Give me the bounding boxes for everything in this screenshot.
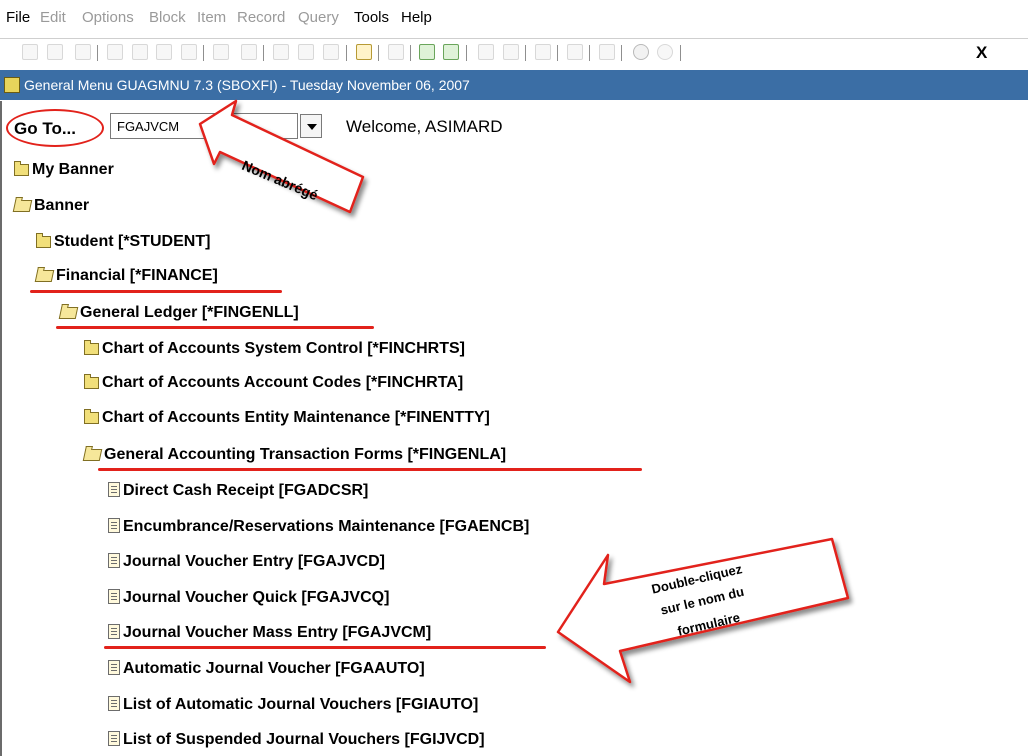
toolbar: X bbox=[0, 38, 1028, 67]
toolbar-separator bbox=[97, 45, 98, 61]
next-block-icon[interactable] bbox=[503, 44, 519, 60]
insert-record-icon[interactable] bbox=[107, 44, 123, 60]
form-document-icon bbox=[108, 482, 120, 497]
open-folder-icon bbox=[34, 270, 55, 282]
tree-item[interactable]: Chart of Accounts Entity Maintenance [*F… bbox=[84, 409, 490, 427]
form-document-icon bbox=[108, 553, 120, 568]
toolbar-separator bbox=[346, 45, 347, 61]
save-icon[interactable] bbox=[22, 44, 38, 60]
exit-button[interactable]: X bbox=[976, 43, 987, 63]
welcome-text: Welcome, ASIMARD bbox=[346, 117, 503, 136]
tree-item[interactable]: List of Suspended Journal Vouchers [FGIJ… bbox=[108, 731, 485, 749]
annotation-underline bbox=[30, 290, 282, 293]
goto-input[interactable] bbox=[110, 113, 298, 139]
open-folder-icon bbox=[12, 200, 33, 212]
annotation-underline bbox=[104, 646, 546, 649]
tree-item[interactable]: General Ledger [*FINGENLL] bbox=[58, 304, 299, 322]
tree-item[interactable]: General Accounting Transaction Forms [*F… bbox=[82, 446, 506, 464]
lightbulb-icon[interactable] bbox=[657, 44, 673, 60]
form-document-icon bbox=[108, 660, 120, 675]
toolbar-separator bbox=[589, 45, 590, 61]
folder-icon bbox=[14, 161, 29, 176]
help-icon[interactable] bbox=[633, 44, 649, 60]
toolbar-separator bbox=[680, 45, 681, 61]
form-document-icon bbox=[108, 624, 120, 639]
tree-item[interactable]: List of Automatic Journal Vouchers [FGIA… bbox=[108, 696, 478, 714]
annotation-underline bbox=[98, 468, 642, 471]
duplicate-record-icon[interactable] bbox=[181, 44, 197, 60]
folder-icon bbox=[84, 340, 99, 355]
export-all-icon[interactable] bbox=[443, 44, 459, 60]
menu-query[interactable]: Query bbox=[298, 9, 339, 26]
options-icon[interactable] bbox=[599, 44, 615, 60]
tree-item[interactable]: Encumbrance/Reservations Maintenance [FG… bbox=[108, 518, 529, 536]
tree-item[interactable]: Direct Cash Receipt [FGADCSR] bbox=[108, 482, 368, 500]
tree-item[interactable]: Chart of Accounts Account Codes [*FINCHR… bbox=[84, 374, 463, 392]
app-icon bbox=[4, 77, 20, 93]
chevron-down-icon bbox=[307, 124, 317, 130]
open-folder-icon bbox=[58, 307, 79, 319]
cancel-query-icon[interactable] bbox=[323, 44, 339, 60]
folder-icon bbox=[84, 409, 99, 424]
form-document-icon bbox=[108, 589, 120, 604]
open-folder-icon bbox=[82, 449, 103, 461]
toolbar-separator bbox=[263, 45, 264, 61]
window-title-bar: General Menu GUAGMNU 7.3 (SBOXFI) - Tues… bbox=[0, 70, 1028, 100]
tree-item[interactable]: Journal Voucher Mass Entry [FGAJVCM] bbox=[108, 624, 431, 642]
execute-query-icon[interactable] bbox=[241, 44, 257, 60]
tree-item[interactable]: Journal Voucher Quick [FGAJVCQ] bbox=[108, 589, 389, 607]
tree-item[interactable]: Student [*STUDENT] bbox=[36, 233, 210, 251]
menu-edit[interactable]: Edit bbox=[40, 9, 66, 26]
toolbar-separator bbox=[203, 45, 204, 61]
toolbar-separator bbox=[621, 45, 622, 61]
toolbar-separator bbox=[410, 45, 411, 61]
tree-item[interactable]: My Banner bbox=[14, 161, 114, 179]
menu-tools[interactable]: Tools bbox=[354, 9, 389, 26]
printer-icon[interactable] bbox=[388, 44, 404, 60]
tree-item[interactable]: Banner bbox=[12, 197, 89, 215]
toolbar-separator bbox=[525, 45, 526, 61]
export-icon[interactable] bbox=[419, 44, 435, 60]
form-document-icon bbox=[108, 696, 120, 711]
print-icon[interactable] bbox=[356, 44, 372, 60]
previous-block-icon[interactable] bbox=[478, 44, 494, 60]
document-icon[interactable] bbox=[75, 44, 91, 60]
network-icon[interactable] bbox=[567, 44, 583, 60]
rollback-icon[interactable] bbox=[47, 44, 63, 60]
toolbar-separator bbox=[466, 45, 467, 61]
remove-record-icon[interactable] bbox=[132, 44, 148, 60]
general-menu-form bbox=[0, 101, 1028, 756]
annotation-underline bbox=[56, 326, 374, 329]
goto-button[interactable]: Go To... bbox=[14, 119, 76, 139]
enter-query-icon[interactable] bbox=[213, 44, 229, 60]
toolbar-separator bbox=[557, 45, 558, 61]
menu-record[interactable]: Record bbox=[237, 9, 285, 26]
clear-record-icon[interactable] bbox=[156, 44, 172, 60]
tree-item[interactable]: Automatic Journal Voucher [FGAAUTO] bbox=[108, 660, 425, 678]
search-icon[interactable] bbox=[273, 44, 289, 60]
tree-item[interactable]: Journal Voucher Entry [FGAJVCD] bbox=[108, 553, 385, 571]
goto-dropdown-button[interactable] bbox=[300, 114, 322, 138]
menu-options[interactable]: Options bbox=[82, 9, 134, 26]
calculator-icon[interactable] bbox=[298, 44, 314, 60]
tree-item[interactable]: Chart of Accounts System Control [*FINCH… bbox=[84, 340, 465, 358]
menu-block[interactable]: Block bbox=[149, 9, 186, 26]
form-document-icon bbox=[108, 518, 120, 533]
menu-file[interactable]: File bbox=[6, 9, 30, 26]
menu-bar: File Edit Options Block Item Record Quer… bbox=[0, 0, 1028, 36]
menu-help[interactable]: Help bbox=[401, 9, 432, 26]
folder-icon bbox=[84, 374, 99, 389]
sound-icon[interactable] bbox=[535, 44, 551, 60]
window-title: General Menu GUAGMNU 7.3 (SBOXFI) - Tues… bbox=[24, 77, 470, 93]
form-document-icon bbox=[108, 731, 120, 746]
tree-item[interactable]: Financial [*FINANCE] bbox=[34, 267, 218, 285]
toolbar-separator bbox=[378, 45, 379, 61]
menu-item[interactable]: Item bbox=[197, 9, 226, 26]
folder-icon bbox=[36, 233, 51, 248]
